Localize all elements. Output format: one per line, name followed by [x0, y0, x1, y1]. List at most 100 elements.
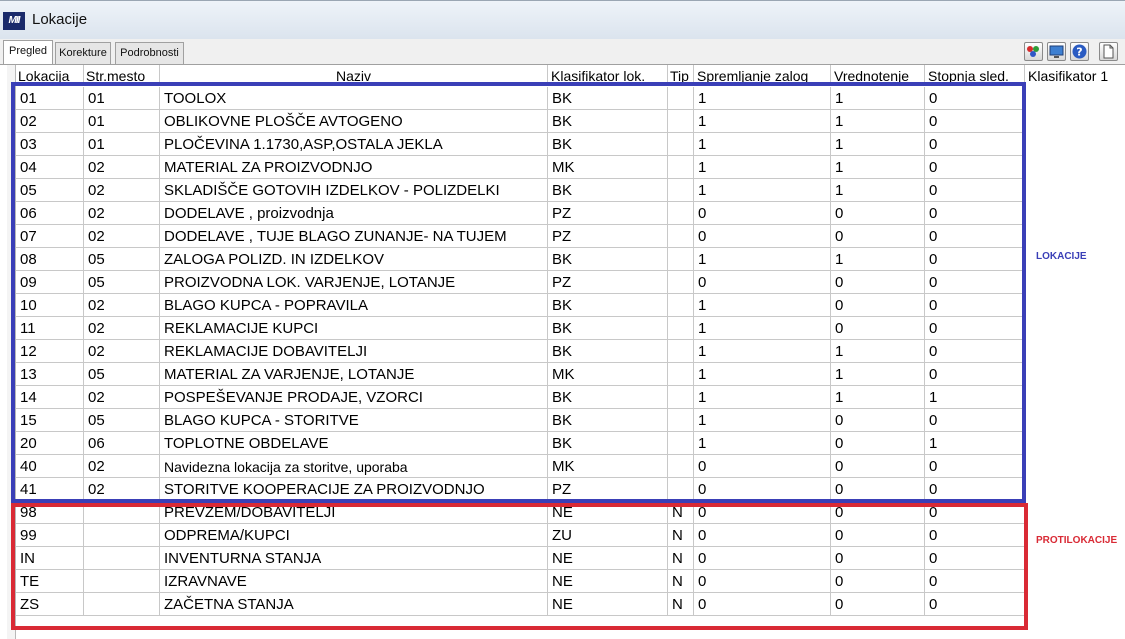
- cell-tip[interactable]: [668, 202, 694, 225]
- cell-lokacija[interactable]: 13: [16, 363, 84, 386]
- cell-stopnja-sled[interactable]: 0: [925, 317, 1025, 340]
- cell-str-mesto[interactable]: 01: [84, 87, 160, 110]
- palette-icon[interactable]: [1024, 42, 1043, 61]
- cell-stopnja-sled[interactable]: 1: [925, 386, 1025, 409]
- cell-naziv[interactable]: OBLIKOVNE PLOŠČE AVTOGENO: [160, 110, 548, 133]
- cell-naziv[interactable]: INVENTURNA STANJA: [160, 547, 548, 570]
- cell-klasifikator-lok[interactable]: MK: [548, 455, 668, 478]
- cell-stopnja-sled[interactable]: 0: [925, 248, 1025, 271]
- cell-klasifikator-lok[interactable]: PZ: [548, 271, 668, 294]
- cell-spremljanje-zalog[interactable]: 0: [694, 524, 831, 547]
- cell-str-mesto[interactable]: 02: [84, 478, 160, 501]
- cell-tip[interactable]: [668, 317, 694, 340]
- cell-vrednotenje[interactable]: 1: [831, 133, 925, 156]
- cell-vrednotenje[interactable]: 1: [831, 386, 925, 409]
- cell-tip[interactable]: N: [668, 547, 694, 570]
- table-row[interactable]: TE IZRAVNAVE NE N 0 0 0: [16, 570, 1025, 593]
- table-row[interactable]: 01 01 TOOLOX BK 1 1 0: [16, 87, 1025, 110]
- cell-naziv[interactable]: DODELAVE , TUJE BLAGO ZUNANJE- NA TUJEM: [160, 225, 548, 248]
- cell-spremljanje-zalog[interactable]: 0: [694, 202, 831, 225]
- cell-lokacija[interactable]: IN: [16, 547, 84, 570]
- cell-lokacija[interactable]: 02: [16, 110, 84, 133]
- cell-tip[interactable]: [668, 363, 694, 386]
- cell-klasifikator-lok[interactable]: BK: [548, 87, 668, 110]
- cell-vrednotenje[interactable]: 0: [831, 317, 925, 340]
- cell-str-mesto[interactable]: 01: [84, 133, 160, 156]
- cell-klasifikator-lok[interactable]: BK: [548, 386, 668, 409]
- cell-spremljanje-zalog[interactable]: 1: [694, 133, 831, 156]
- table-row[interactable]: 10 02 BLAGO KUPCA - POPRAVILA BK 1 0 0: [16, 294, 1025, 317]
- cell-spremljanje-zalog[interactable]: 1: [694, 248, 831, 271]
- cell-vrednotenje[interactable]: 0: [831, 593, 925, 616]
- cell-spremljanje-zalog[interactable]: 1: [694, 363, 831, 386]
- cell-vrednotenje[interactable]: 0: [831, 409, 925, 432]
- cell-vrednotenje[interactable]: 0: [831, 432, 925, 455]
- cell-klasifikator-lok[interactable]: MK: [548, 156, 668, 179]
- cell-str-mesto[interactable]: 02: [84, 294, 160, 317]
- table-row[interactable]: 14 02 POSPEŠEVANJE PRODAJE, VZORCI BK 1 1 1: [16, 386, 1025, 409]
- cell-klasifikator-lok[interactable]: BK: [548, 409, 668, 432]
- cell-tip[interactable]: [668, 248, 694, 271]
- cell-vrednotenje[interactable]: 1: [831, 87, 925, 110]
- tab-korekture[interactable]: Korekture: [55, 42, 111, 64]
- cell-stopnja-sled[interactable]: 0: [925, 570, 1025, 593]
- cell-lokacija[interactable]: 07: [16, 225, 84, 248]
- cell-str-mesto[interactable]: 02: [84, 225, 160, 248]
- cell-str-mesto[interactable]: [84, 593, 160, 616]
- cell-vrednotenje[interactable]: 1: [831, 110, 925, 133]
- cell-spremljanje-zalog[interactable]: 0: [694, 478, 831, 501]
- cell-stopnja-sled[interactable]: 0: [925, 294, 1025, 317]
- cell-str-mesto[interactable]: 05: [84, 248, 160, 271]
- cell-klasifikator-lok[interactable]: NE: [548, 501, 668, 524]
- table-row[interactable]: ZS ZAČETNA STANJA NE N 0 0 0: [16, 593, 1025, 616]
- cell-tip[interactable]: [668, 409, 694, 432]
- table-row[interactable]: IN INVENTURNA STANJA NE N 0 0 0: [16, 547, 1025, 570]
- cell-str-mesto[interactable]: 02: [84, 156, 160, 179]
- cell-spremljanje-zalog[interactable]: 1: [694, 317, 831, 340]
- cell-stopnja-sled[interactable]: 0: [925, 524, 1025, 547]
- cell-naziv[interactable]: MATERIAL ZA PROIZVODNJO: [160, 156, 548, 179]
- cell-stopnja-sled[interactable]: 0: [925, 156, 1025, 179]
- cell-str-mesto[interactable]: 02: [84, 317, 160, 340]
- cell-naziv[interactable]: PLOČEVINA 1.1730,ASP,OSTALA JEKLA: [160, 133, 548, 156]
- cell-str-mesto[interactable]: 05: [84, 409, 160, 432]
- table-row[interactable]: 41 02 STORITVE KOOPERACIJE ZA PROIZVODNJO P…: [16, 478, 1025, 501]
- cell-naziv[interactable]: REKLAMACIJE KUPCI: [160, 317, 548, 340]
- table-row[interactable]: 40 02 Navidezna lokacija za storitve, upor…: [16, 455, 1025, 478]
- column-header-str-mesto[interactable]: Str.mesto: [84, 65, 160, 86]
- cell-lokacija[interactable]: 15: [16, 409, 84, 432]
- cell-lokacija[interactable]: 99: [16, 524, 84, 547]
- cell-str-mesto[interactable]: 02: [84, 340, 160, 363]
- cell-tip[interactable]: [668, 179, 694, 202]
- cell-lokacija[interactable]: 41: [16, 478, 84, 501]
- cell-spremljanje-zalog[interactable]: 1: [694, 179, 831, 202]
- cell-spremljanje-zalog[interactable]: 0: [694, 455, 831, 478]
- cell-vrednotenje[interactable]: 1: [831, 179, 925, 202]
- cell-naziv[interactable]: PROIZVODNA LOK. VARJENJE, LOTANJE: [160, 271, 548, 294]
- cell-naziv[interactable]: ZAČETNA STANJA: [160, 593, 548, 616]
- tab-podrobnosti[interactable]: Podrobnosti: [115, 42, 184, 64]
- cell-klasifikator-lok[interactable]: BK: [548, 317, 668, 340]
- column-header-vrednotenje[interactable]: Vrednotenje: [831, 65, 925, 86]
- locations-grid[interactable]: Lokacija Str.mesto Naziv Klasifikator lo…: [0, 64, 1125, 639]
- cell-stopnja-sled[interactable]: 0: [925, 133, 1025, 156]
- cell-vrednotenje[interactable]: 0: [831, 271, 925, 294]
- cell-spremljanje-zalog[interactable]: 1: [694, 432, 831, 455]
- cell-spremljanje-zalog[interactable]: 1: [694, 409, 831, 432]
- cell-spremljanje-zalog[interactable]: 0: [694, 501, 831, 524]
- cell-klasifikator-lok[interactable]: BK: [548, 432, 668, 455]
- cell-klasifikator-lok[interactable]: BK: [548, 110, 668, 133]
- cell-klasifikator-lok[interactable]: ZU: [548, 524, 668, 547]
- tab-pregled[interactable]: Pregled: [3, 40, 53, 64]
- cell-klasifikator-lok[interactable]: NE: [548, 593, 668, 616]
- table-row[interactable]: 12 02 REKLAMACIJE DOBAVITELJI BK 1 1 0: [16, 340, 1025, 363]
- cell-stopnja-sled[interactable]: 0: [925, 593, 1025, 616]
- cell-vrednotenje[interactable]: 1: [831, 340, 925, 363]
- cell-str-mesto[interactable]: 02: [84, 386, 160, 409]
- cell-klasifikator-lok[interactable]: NE: [548, 547, 668, 570]
- cell-klasifikator-lok[interactable]: MK: [548, 363, 668, 386]
- cell-spremljanje-zalog[interactable]: 0: [694, 271, 831, 294]
- cell-lokacija[interactable]: 20: [16, 432, 84, 455]
- cell-vrednotenje[interactable]: 1: [831, 248, 925, 271]
- cell-lokacija[interactable]: 14: [16, 386, 84, 409]
